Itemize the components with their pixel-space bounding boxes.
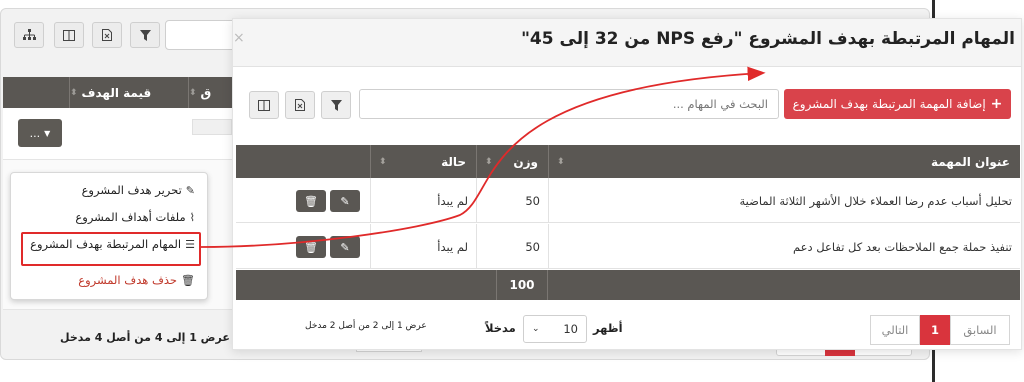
bg-table-header: قيمة الهدف ⬍ ق ⬍ <box>3 77 243 108</box>
edit-task-button[interactable]: ✎ <box>330 236 360 258</box>
task-title-cell: تنفيذ حملة جمع الملاحظات بعد كل تفاعل دع… <box>548 224 1020 269</box>
column-label: حالة <box>441 154 466 169</box>
pagination-previous[interactable]: السابق <box>950 315 1010 345</box>
modal-title: المهام المرتبطة بهدف المشروع "رفع NPS من… <box>521 29 1015 49</box>
edit-icon: ✎ <box>340 240 350 254</box>
menu-item-edit-goal[interactable]: ✎ تحرير هدف المشروع <box>82 183 195 197</box>
caret-down-icon: ▼ <box>44 128 51 138</box>
bg-column-label: قيمة الهدف <box>81 85 152 100</box>
add-linked-task-button[interactable]: + إضافة المهمة المرتبطة بهدف المشروع <box>784 89 1011 119</box>
edit-icon: ✎ <box>340 194 350 208</box>
menu-item-delete-goal[interactable]: 🗑 حذف هدف المشروع <box>78 273 195 287</box>
add-button-label: إضافة المهمة المرتبطة بهدف المشروع <box>792 97 986 111</box>
dropdown-label: ... <box>29 126 41 140</box>
edit-task-button[interactable]: ✎ <box>330 190 360 212</box>
pagination-next[interactable]: التالي <box>870 315 920 345</box>
hierarchy-button[interactable] <box>14 22 44 48</box>
task-title-cell: تحليل أسباب عدم رضا العملاء خلال الأشهر … <box>548 178 1020 223</box>
plus-icon: + <box>990 96 1003 112</box>
columns-icon <box>63 29 75 41</box>
filter-button[interactable] <box>321 91 351 119</box>
linked-tasks-modal: المهام المرتبطة بهدف المشروع "رفع NPS من… <box>232 18 1022 350</box>
excel-file-icon <box>102 29 112 41</box>
task-weight-cell: 50 <box>476 178 548 223</box>
menu-item-label: حذف هدف المشروع <box>78 273 178 287</box>
edit-icon: ✎ <box>185 183 195 197</box>
filter-icon <box>139 29 151 41</box>
columns-icon <box>258 99 270 111</box>
menu-item-goal-files[interactable]: ⌇ ملفات أهداف المشروع <box>75 210 195 224</box>
bg-cell-placeholder <box>192 119 232 135</box>
select-caret-icon: ⌄ <box>532 324 540 334</box>
bg-column-label: ق <box>200 85 212 100</box>
length-entries-label: مدخلاً <box>485 321 516 335</box>
sort-icon: ⬍ <box>557 156 565 167</box>
excel-export-button[interactable] <box>285 91 315 119</box>
column-label: وزن <box>513 154 538 169</box>
total-weight: 100 <box>496 270 548 300</box>
length-show-label: أظهر <box>593 321 623 335</box>
trash-icon: 🗑 <box>304 240 318 254</box>
tasks-table-header: عنوان المهمة ⬍ وزن ⬍ حالة ⬍ <box>236 145 1020 178</box>
bg-columns-button[interactable] <box>54 22 84 48</box>
task-status-cell: لم يبدأ <box>370 178 476 223</box>
sort-icon: ⬍ <box>485 156 493 167</box>
table-row: تنفيذ حملة جمع الملاحظات بعد كل تفاعل دع… <box>236 224 1020 269</box>
table-footer: 100 <box>236 270 1020 300</box>
sort-icon: ⬍ <box>189 87 197 98</box>
paperclip-icon: ⌇ <box>189 210 195 224</box>
column-label: عنوان المهمة <box>930 154 1010 169</box>
filter-icon <box>330 99 342 111</box>
modal-header: المهام المرتبطة بهدف المشروع "رفع NPS من… <box>233 19 1021 67</box>
row-actions-dropdown[interactable]: ... ▼ <box>18 119 62 147</box>
column-task-title[interactable]: عنوان المهمة ⬍ <box>548 145 1020 178</box>
table-info-text: عرض 1 إلى 2 من أصل 2 مدخل <box>305 321 427 331</box>
task-status-cell: لم يبدأ <box>370 224 476 269</box>
column-status[interactable]: حالة ⬍ <box>370 145 476 178</box>
delete-task-button[interactable]: 🗑 <box>296 190 326 212</box>
columns-button[interactable] <box>249 91 279 119</box>
bg-showing-text: عرض 1 إلى 4 من أصل 4 مدخل <box>60 331 230 344</box>
bg-excel-button[interactable] <box>92 22 122 48</box>
column-weight[interactable]: وزن ⬍ <box>476 145 548 178</box>
task-search-input[interactable] <box>359 89 779 119</box>
task-weight-cell: 50 <box>476 224 548 269</box>
trash-icon: 🗑 <box>181 273 195 287</box>
annotation-highlight-box <box>21 232 201 266</box>
excel-file-icon <box>295 99 305 111</box>
column-actions <box>236 145 370 178</box>
modal-close-button[interactable]: × <box>233 30 245 46</box>
table-row: تحليل أسباب عدم رضا العملاء خلال الأشهر … <box>236 178 1020 223</box>
menu-item-label: تحرير هدف المشروع <box>81 183 182 197</box>
pagination-page-1[interactable]: 1 <box>920 315 950 345</box>
bg-column-goal-value[interactable]: قيمة الهدف ⬍ <box>69 77 189 108</box>
page-length-select[interactable]: ⌄ 10 <box>523 315 587 343</box>
hierarchy-icon <box>22 29 36 40</box>
page-length-value: 10 <box>563 322 578 336</box>
bg-filter-button[interactable] <box>130 22 160 48</box>
menu-item-label: ملفات أهداف المشروع <box>75 210 186 224</box>
trash-icon: 🗑 <box>304 194 318 208</box>
delete-task-button[interactable]: 🗑 <box>296 236 326 258</box>
sort-icon: ⬍ <box>70 87 78 98</box>
sort-icon: ⬍ <box>379 156 387 167</box>
